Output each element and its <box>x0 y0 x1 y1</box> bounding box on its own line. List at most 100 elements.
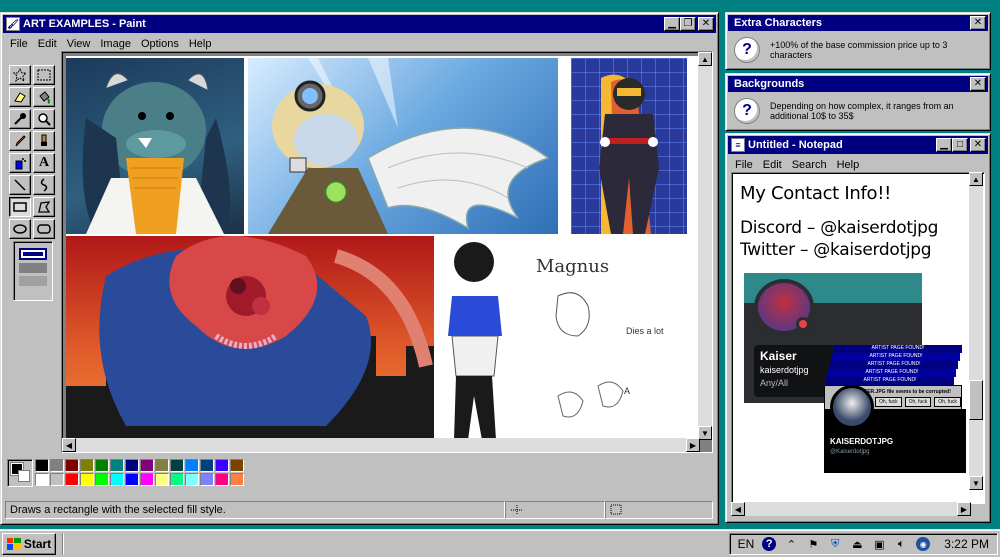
color-swatch[interactable] <box>110 459 124 472</box>
curve-tool[interactable] <box>33 175 55 195</box>
color-swatch[interactable] <box>140 459 154 472</box>
flag-icon[interactable]: ⚑ <box>806 537 820 551</box>
app-tray-icon[interactable]: ◉ <box>916 537 931 551</box>
notepad-minimize-button[interactable]: ▁ <box>936 138 952 152</box>
notepad-text-area[interactable]: My Contact Info!! Discord – @kaiserdotjp… <box>731 172 985 504</box>
airbrush-tool[interactable] <box>9 153 31 173</box>
color-swatch[interactable] <box>65 459 79 472</box>
notepad-menu-file[interactable]: File <box>730 159 758 171</box>
pick-color-tool[interactable] <box>9 109 31 129</box>
brush-tool[interactable] <box>33 131 55 151</box>
menu-file[interactable]: File <box>5 38 33 50</box>
color-swatch[interactable] <box>215 473 229 486</box>
shield-icon[interactable]: ⛨ <box>828 537 842 551</box>
color-swatch[interactable] <box>35 473 49 486</box>
polygon-icon <box>38 201 51 213</box>
color-swatch[interactable] <box>110 473 124 486</box>
notepad-titlebar[interactable]: ≡ Untitled - Notepad ▁ □ ✕ <box>728 136 988 154</box>
color-swatch[interactable] <box>215 459 229 472</box>
notepad-scroll-thumb[interactable] <box>969 380 983 420</box>
color-swatch[interactable] <box>200 473 214 486</box>
scroll-down-button[interactable]: ▼ <box>698 426 712 440</box>
notepad-scroll-left[interactable]: ◀ <box>731 502 745 516</box>
horizontal-scrollbar[interactable]: ◀ ▶ <box>62 438 700 452</box>
ellipse-tool[interactable] <box>9 219 31 239</box>
line-tool[interactable] <box>9 175 31 195</box>
color-swatch[interactable] <box>170 473 184 486</box>
color-swatch[interactable] <box>140 473 154 486</box>
notepad-maximize-button[interactable]: □ <box>952 138 968 152</box>
color-swatch[interactable] <box>125 459 139 472</box>
notepad-scroll-up[interactable]: ▲ <box>969 172 983 186</box>
notepad-hscroll[interactable]: ◀ ▶ <box>731 502 971 516</box>
color-swatch[interactable] <box>95 459 109 472</box>
backgrounds-close-button[interactable]: ✕ <box>970 77 986 91</box>
notepad-vscroll[interactable]: ▲ ▼ <box>969 172 983 490</box>
color-swatch[interactable] <box>155 473 169 486</box>
paint-titlebar[interactable]: 🖌 ART EXAMPLES - Paint ▁ ❐ ✕ <box>3 15 716 33</box>
volume-icon[interactable]: 🔈︎ <box>894 537 908 551</box>
color-swatch[interactable] <box>230 473 244 486</box>
maximize-button[interactable]: ❐ <box>680 17 696 31</box>
minimize-button[interactable]: ▁ <box>664 17 680 31</box>
current-colors[interactable] <box>7 459 33 487</box>
notepad-menu-search[interactable]: Search <box>787 159 832 171</box>
language-indicator[interactable]: EN <box>738 537 755 551</box>
color-swatch[interactable] <box>170 459 184 472</box>
menu-help[interactable]: Help <box>184 38 217 50</box>
oh-button-1[interactable]: Oh, fuck <box>875 397 902 407</box>
color-swatch[interactable] <box>125 473 139 486</box>
help-icon[interactable]: ? <box>762 537 777 551</box>
usb-icon[interactable]: ⏏ <box>850 537 864 551</box>
color-swatch[interactable] <box>50 473 64 486</box>
notepad-scroll-down[interactable]: ▼ <box>969 476 983 490</box>
menu-options[interactable]: Options <box>136 38 184 50</box>
color-swatch[interactable] <box>185 473 199 486</box>
close-button[interactable]: ✕ <box>698 17 714 31</box>
extra-characters-titlebar[interactable]: Extra Characters ✕ <box>728 15 988 31</box>
color-swatch[interactable] <box>155 459 169 472</box>
polygon-tool[interactable] <box>33 197 55 217</box>
color-swatch[interactable] <box>185 459 199 472</box>
fill-style-outline-fill[interactable] <box>19 263 47 273</box>
backgrounds-titlebar[interactable]: Backgrounds ✕ <box>728 76 988 92</box>
pencil-tool[interactable] <box>9 131 31 151</box>
extra-close-button[interactable]: ✕ <box>970 16 986 30</box>
menu-view[interactable]: View <box>62 38 96 50</box>
menu-image[interactable]: Image <box>95 38 136 50</box>
rect-select-tool[interactable] <box>33 65 55 85</box>
color-swatch[interactable] <box>230 459 244 472</box>
menu-edit[interactable]: Edit <box>33 38 62 50</box>
drawing-canvas[interactable]: Magnus Dies a lot A <box>66 56 702 440</box>
chevron-up-icon[interactable]: ⌃ <box>784 537 798 551</box>
color-swatch[interactable] <box>35 459 49 472</box>
color-swatch[interactable] <box>65 473 79 486</box>
vertical-scrollbar[interactable]: ▲ ▼ <box>698 52 712 440</box>
rounded-rect-tool[interactable] <box>33 219 55 239</box>
notepad-scroll-right[interactable]: ▶ <box>957 502 971 516</box>
scroll-left-button[interactable]: ◀ <box>62 438 76 452</box>
start-button[interactable]: Start <box>2 532 56 555</box>
text-tool[interactable]: A <box>33 153 55 173</box>
free-select-tool[interactable] <box>9 65 31 85</box>
rectangle-tool[interactable] <box>9 197 31 217</box>
scroll-up-button[interactable]: ▲ <box>698 52 712 66</box>
color-swatch[interactable] <box>200 459 214 472</box>
oh-button-3[interactable]: Oh, fuck <box>934 397 961 407</box>
clock[interactable]: 3:22 PM <box>944 537 989 551</box>
notepad-close-button[interactable]: ✕ <box>970 138 986 152</box>
fill-tool[interactable] <box>33 87 55 107</box>
notepad-menu-edit[interactable]: Edit <box>758 159 787 171</box>
network-icon[interactable]: ▣ <box>872 537 886 551</box>
color-swatch[interactable] <box>95 473 109 486</box>
fill-style-fill[interactable] <box>19 276 47 286</box>
color-swatch[interactable] <box>80 473 94 486</box>
eraser-tool[interactable] <box>9 87 31 107</box>
color-swatch[interactable] <box>50 459 64 472</box>
magnifier-tool[interactable] <box>33 109 55 129</box>
color-swatch[interactable] <box>80 459 94 472</box>
fill-style-outline[interactable] <box>19 248 47 260</box>
notepad-menu-help[interactable]: Help <box>832 159 865 171</box>
scroll-right-button[interactable]: ▶ <box>686 438 700 452</box>
oh-button-2[interactable]: Oh, fuck <box>904 397 932 407</box>
